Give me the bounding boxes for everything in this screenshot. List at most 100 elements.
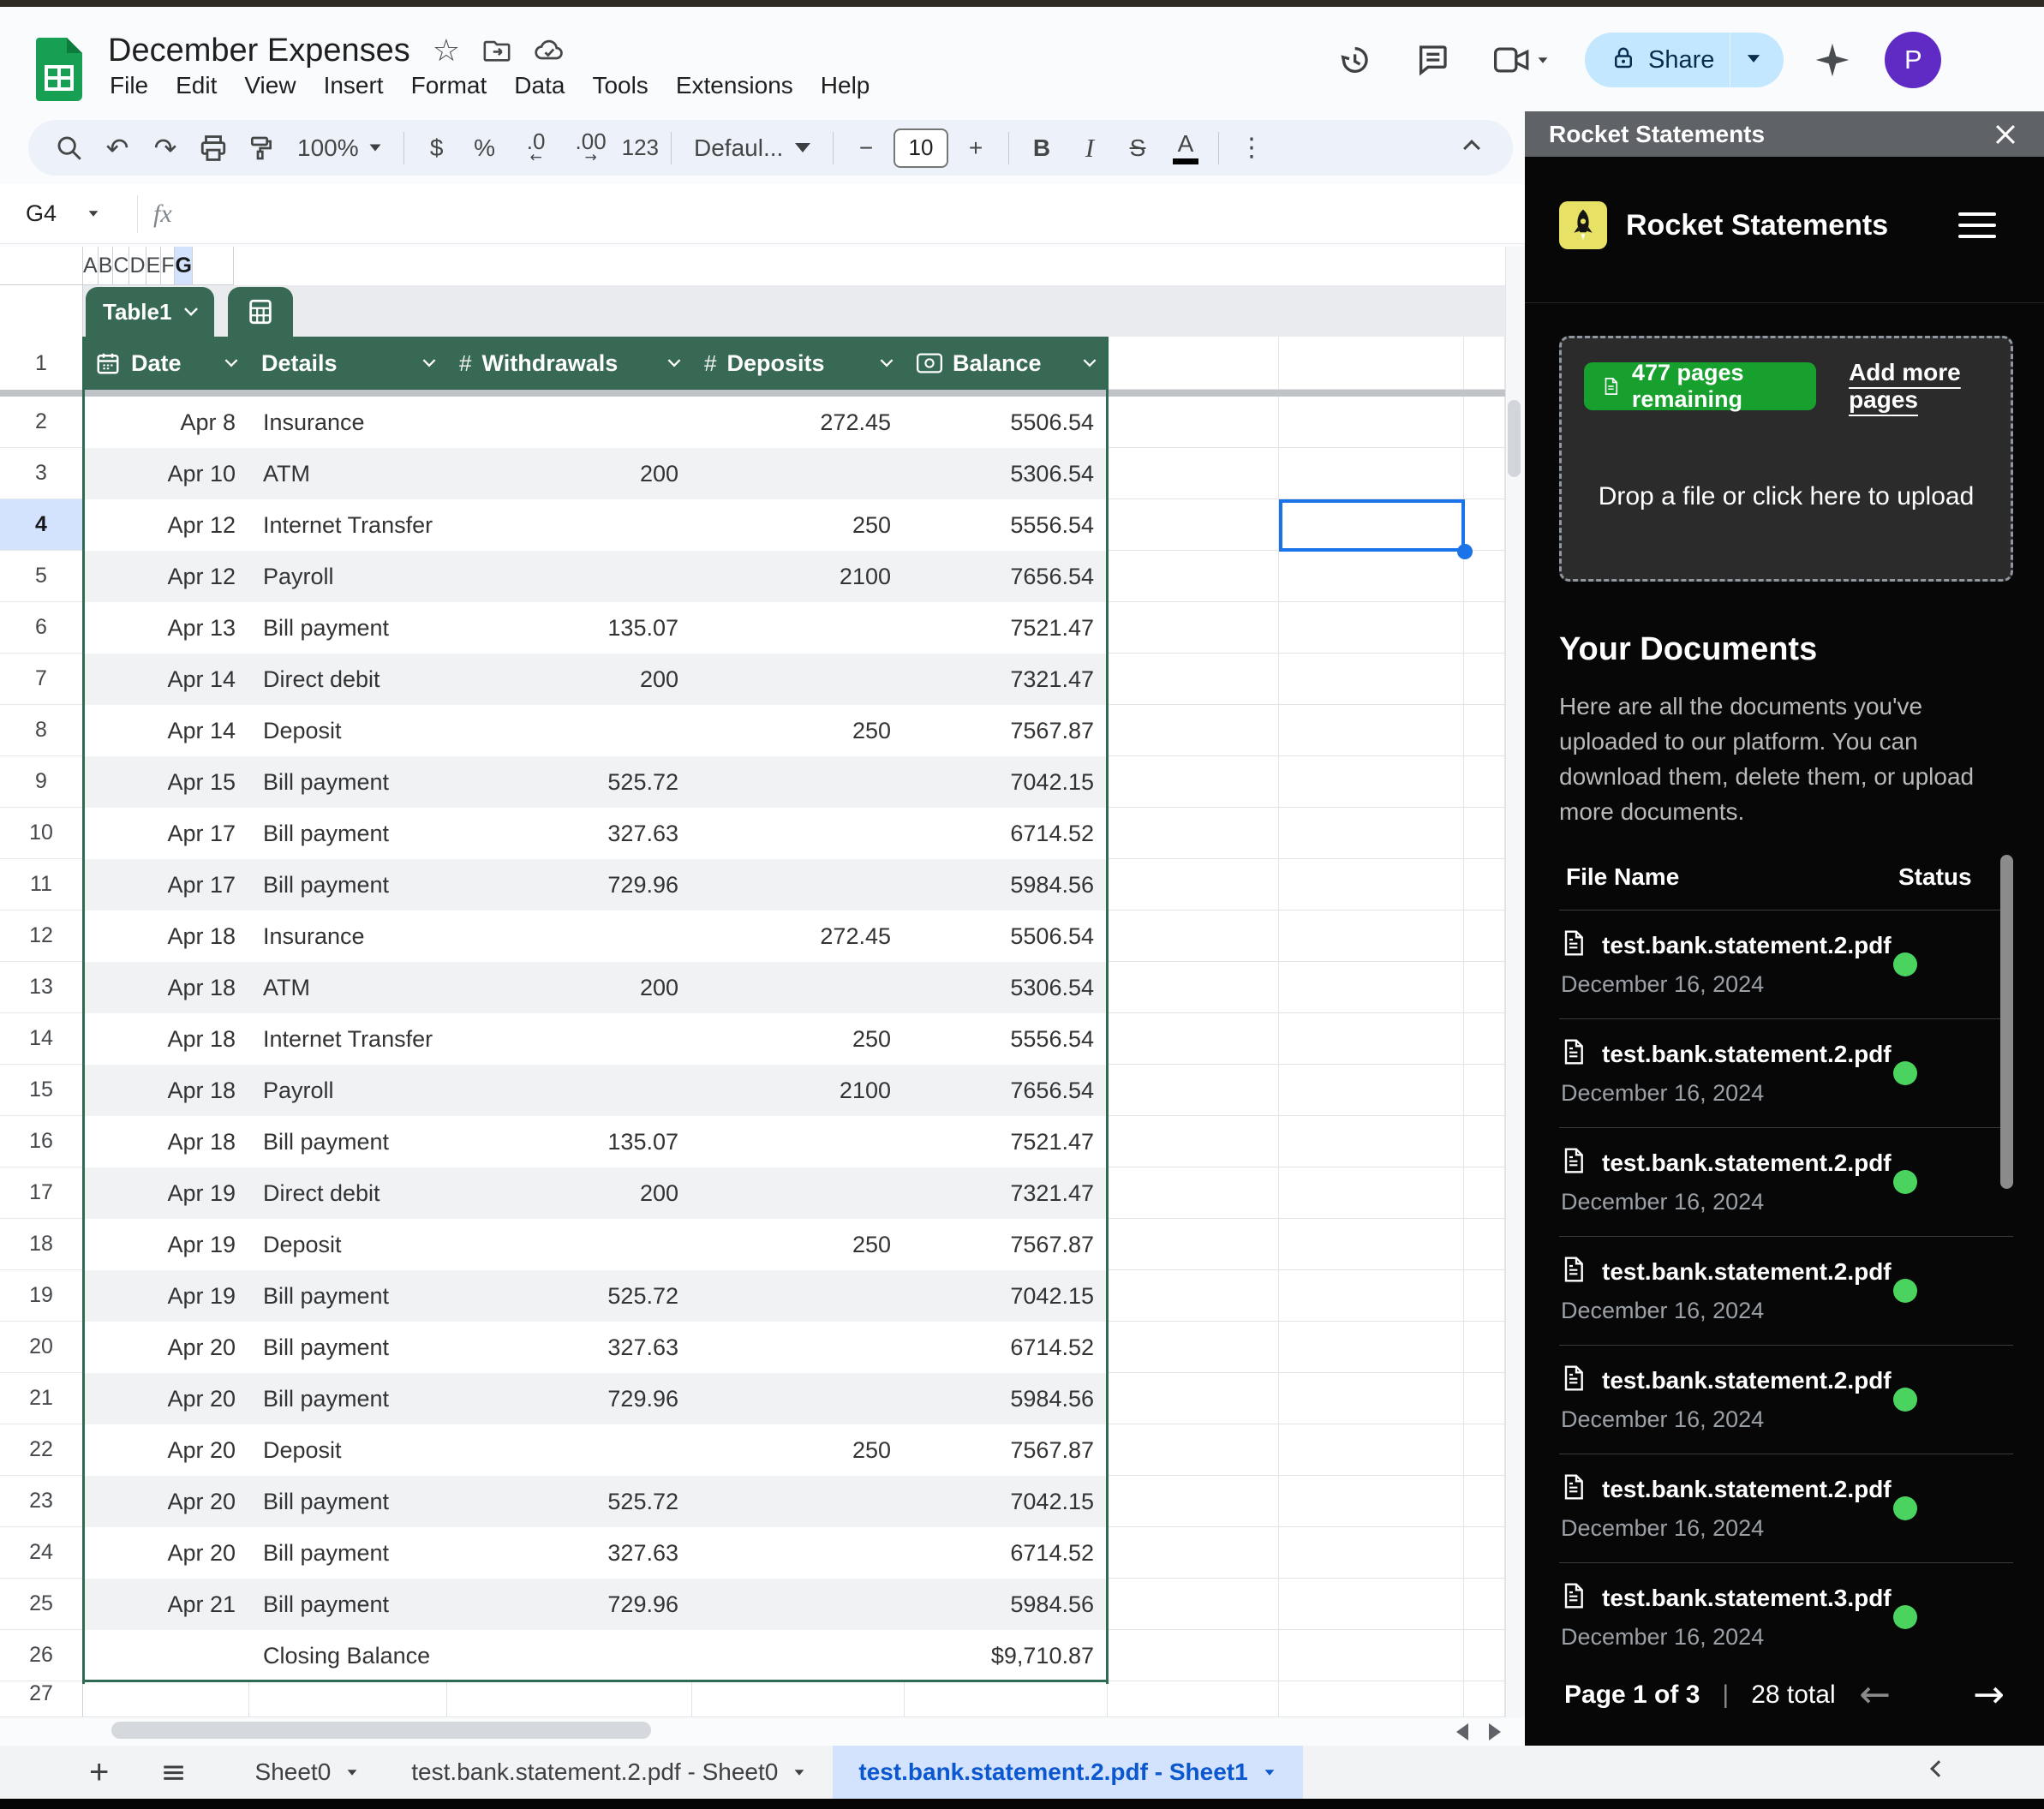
cell-deposits[interactable]: 250: [692, 499, 905, 551]
cell-empty-g[interactable]: [1279, 808, 1464, 859]
cell-withdrawals[interactable]: 200: [447, 1167, 692, 1219]
cell-empty-f[interactable]: [1108, 654, 1279, 705]
column-header[interactable]: D: [129, 247, 146, 285]
cell-empty-g[interactable]: [1279, 448, 1464, 499]
cell-empty-f[interactable]: [1108, 962, 1279, 1013]
row-number[interactable]: 27: [0, 1681, 83, 1717]
cell-empty-f[interactable]: [1108, 1322, 1279, 1373]
cell-deposits[interactable]: [692, 654, 905, 705]
cell-empty-f[interactable]: [1108, 808, 1279, 859]
row-number[interactable]: 6: [0, 602, 83, 654]
cell-empty-g[interactable]: [1279, 859, 1464, 910]
cell-empty-f[interactable]: [1108, 499, 1279, 551]
cell-withdrawals[interactable]: 729.96: [447, 1579, 692, 1630]
cell-empty-f[interactable]: [1108, 910, 1279, 962]
cell-withdrawals[interactable]: 525.72: [447, 1476, 692, 1527]
cell-details[interactable]: Bill payment: [249, 756, 447, 808]
cell-balance[interactable]: $9,710.87: [905, 1630, 1108, 1681]
scroll-right-icon[interactable]: [1489, 1723, 1501, 1740]
cell-empty-f[interactable]: [1108, 1270, 1279, 1322]
share-options-button[interactable]: [1730, 52, 1777, 68]
cell-empty-f[interactable]: [1108, 1424, 1279, 1476]
cell-details[interactable]: ATM: [249, 962, 447, 1013]
cell-details[interactable]: Payroll: [249, 1065, 447, 1116]
cell-withdrawals[interactable]: 200: [447, 962, 692, 1013]
chevron-down-icon[interactable]: [89, 211, 99, 217]
row-number[interactable]: 19: [0, 1270, 83, 1322]
star-icon[interactable]: ☆: [433, 33, 460, 69]
decrease-decimal-button[interactable]: .0←: [512, 126, 560, 170]
cell-balance[interactable]: 5984.56: [905, 859, 1108, 910]
vertical-scrollbar-thumb[interactable]: [1508, 400, 1521, 477]
cell-balance[interactable]: 5506.54: [905, 910, 1108, 962]
cell-empty-g[interactable]: [1279, 1424, 1464, 1476]
file-name[interactable]: test.bank.statement.2.pdf: [1602, 1476, 1892, 1503]
decrease-font-size-button[interactable]: −: [846, 126, 887, 170]
row-number[interactable]: 5: [0, 551, 83, 602]
cell-empty-g[interactable]: [1279, 1013, 1464, 1065]
cell-balance[interactable]: 7656.54: [905, 1065, 1108, 1116]
menu-item[interactable]: Insert: [310, 67, 397, 104]
cell-balance[interactable]: 5306.54: [905, 962, 1108, 1013]
cell-empty-f[interactable]: [1108, 1579, 1279, 1630]
cell-deposits[interactable]: [692, 1527, 905, 1579]
fill-handle[interactable]: [1457, 544, 1473, 559]
redo-icon[interactable]: ↷: [145, 126, 186, 170]
google-sheets-logo[interactable]: [36, 38, 82, 105]
cell-details[interactable]: Bill payment: [249, 1373, 447, 1424]
document-row[interactable]: test.bank.statement.2.pdf December 16, 2…: [1559, 1128, 2013, 1237]
cell-withdrawals[interactable]: 200: [447, 448, 692, 499]
row-number[interactable]: 23: [0, 1476, 83, 1527]
cell-details[interactable]: Bill payment: [249, 1476, 447, 1527]
cell-empty-f[interactable]: [1108, 756, 1279, 808]
table-name-chip[interactable]: Table1: [86, 287, 214, 337]
collapse-side-panel-icon[interactable]: [1933, 1763, 1945, 1779]
document-row[interactable]: test.bank.statement.3.pdf December 16, 2…: [1559, 1563, 2013, 1671]
cell-details[interactable]: Bill payment: [249, 808, 447, 859]
cell-withdrawals[interactable]: 327.63: [447, 1322, 692, 1373]
file-name[interactable]: test.bank.statement.3.pdf: [1602, 1585, 1892, 1612]
row-number[interactable]: 8: [0, 705, 83, 756]
cell-date[interactable]: Apr 10: [83, 448, 249, 499]
cell-deposits[interactable]: [692, 1579, 905, 1630]
cell-balance[interactable]: 6714.52: [905, 808, 1108, 859]
cell-date[interactable]: Apr 20: [83, 1322, 249, 1373]
cell-withdrawals[interactable]: 200: [447, 654, 692, 705]
cell-deposits[interactable]: [692, 962, 905, 1013]
cell-withdrawals[interactable]: 327.63: [447, 1527, 692, 1579]
cell-balance[interactable]: 7521.47: [905, 602, 1108, 654]
cell-date[interactable]: Apr 8: [83, 397, 249, 448]
chevron-down-icon[interactable]: [1264, 1770, 1274, 1776]
cell-date[interactable]: Apr 12: [83, 499, 249, 551]
move-folder-icon[interactable]: [482, 36, 511, 65]
close-icon[interactable]: [1991, 120, 2020, 149]
column-header[interactable]: E: [146, 247, 162, 285]
cell-deposits[interactable]: [692, 1476, 905, 1527]
file-name[interactable]: test.bank.statement.2.pdf: [1602, 1041, 1892, 1068]
menu-item[interactable]: Format: [397, 67, 501, 104]
cell-withdrawals[interactable]: [447, 499, 692, 551]
text-color-button[interactable]: A: [1165, 126, 1206, 170]
comments-icon[interactable]: [1415, 43, 1449, 77]
menu-item[interactable]: Tools: [578, 67, 661, 104]
header-balance[interactable]: Balance: [905, 337, 1108, 390]
number-format-button[interactable]: 123: [622, 126, 659, 170]
cell-date[interactable]: Apr 20: [83, 1424, 249, 1476]
row-number[interactable]: 1: [0, 337, 83, 390]
cell-balance[interactable]: 5556.54: [905, 499, 1108, 551]
row-number[interactable]: 9: [0, 756, 83, 808]
row-number[interactable]: 4: [0, 499, 83, 551]
collapse-toolbar-icon[interactable]: [1451, 126, 1492, 170]
row-number[interactable]: 10: [0, 808, 83, 859]
cell-withdrawals[interactable]: [447, 910, 692, 962]
document-title[interactable]: December Expenses: [108, 33, 410, 69]
cell-details[interactable]: Bill payment: [249, 1579, 447, 1630]
row-number[interactable]: 18: [0, 1219, 83, 1270]
row-number[interactable]: 17: [0, 1167, 83, 1219]
sheet-tab[interactable]: test.bank.statement.2.pdf - Sheet0: [385, 1746, 833, 1799]
column-header[interactable]: F: [161, 247, 175, 285]
header-details[interactable]: Details: [249, 337, 447, 390]
cell-balance[interactable]: 7321.47: [905, 654, 1108, 705]
cell-withdrawals[interactable]: 525.72: [447, 756, 692, 808]
cell-date[interactable]: Apr 19: [83, 1167, 249, 1219]
